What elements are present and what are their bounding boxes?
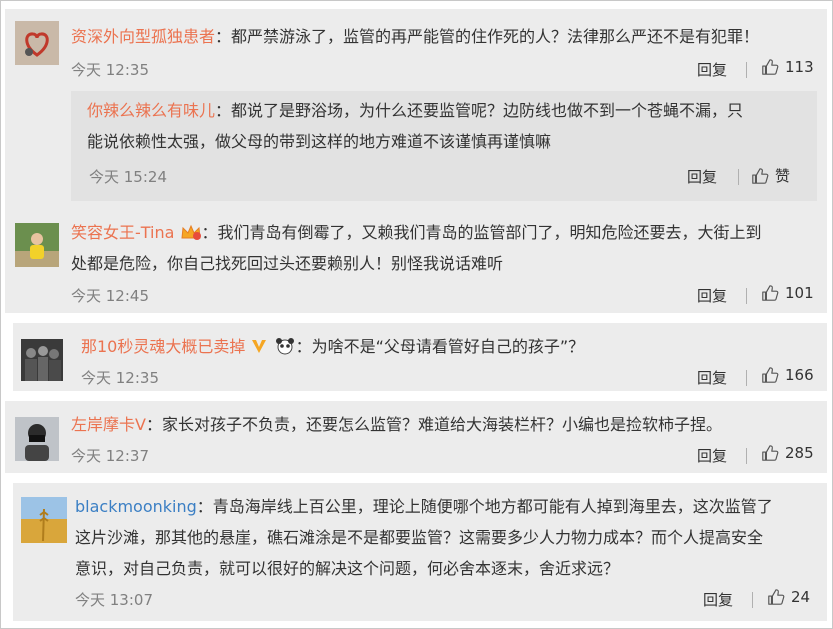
heart-sketch-avatar (15, 21, 59, 65)
sub-reply-time: 今天 15:24 (89, 168, 167, 186)
comment-time: 今天 12:45 (71, 287, 149, 305)
like-count: 24 (791, 588, 811, 606)
like-button[interactable]: 101 (761, 284, 814, 302)
thumbs-up-icon (762, 285, 779, 301)
comment-text-cont: 意识，对自己负责，就可以很好的解决这个问题，何必舍本逐末，舍近求远？ (75, 559, 620, 578)
comment-card: 资深外向型孤独患者：都严禁游泳了，监管的再严能管的住作死的人？法律那么严还不是有… (5, 9, 827, 313)
comment-username[interactable]: 笑容女王-Tina (71, 223, 174, 242)
thumbs-up-icon (762, 445, 779, 461)
sub-like-label: 赞 (775, 167, 791, 185)
reply-button[interactable]: 回复 (697, 367, 727, 388)
comment-body: blackmoonking：青岛海岸线上百公里，理论上随便哪个地方都可能有人掉到… (75, 491, 825, 584)
thumbs-up-icon (752, 167, 769, 184)
like-button[interactable]: 113 (761, 58, 814, 76)
avatar[interactable] (15, 417, 59, 461)
sub-reply-text-cont: 能说依赖性太强，做父母的带到这样的地方难道不该谨慎再谨慎嘛 (87, 132, 552, 151)
like-button[interactable]: 285 (761, 444, 814, 462)
reply-button[interactable]: 回复 (697, 445, 727, 466)
action-divider (746, 288, 747, 304)
action-divider (746, 448, 747, 464)
action-divider (746, 62, 747, 78)
child-photo-avatar (15, 223, 59, 267)
comment-body: 笑容女王-Tina ：我们青岛有倒霉了，又赖我们青岛的监管部门了，明知危险还要去… (71, 217, 821, 279)
comment-username[interactable]: blackmoonking (75, 497, 197, 516)
comment-card: blackmoonking：青岛海岸线上百公里，理论上随便哪个地方都可能有人掉到… (13, 483, 827, 621)
comment-body: 那10秒灵魂大概已卖掉 ：为啥不是“父母请看管好自己的孩子”？ (81, 331, 821, 362)
reply-button[interactable]: 回复 (703, 589, 733, 610)
comment-username[interactable]: 左岸摩卡V (71, 415, 146, 434)
vip-v-badge-icon (252, 340, 267, 353)
crown-badge-icon (180, 224, 201, 240)
reply-button[interactable]: 回复 (697, 59, 727, 80)
comment-username[interactable]: 资深外向型孤独患者 (71, 27, 215, 46)
action-divider (752, 592, 753, 608)
comment-text: ：都严禁游泳了，监管的再严能管的住作死的人？法律那么严还不是有犯罪！ (215, 27, 760, 46)
comment-text: ：青岛海岸线上百公里，理论上随便哪个地方都可能有人掉到海里去，这次监管了 (196, 497, 773, 516)
sub-reply-text: ：都说了是野浴场，为什么还要监管呢？边防线也做不到一个苍蝇不漏，只 (215, 101, 744, 120)
thumbs-up-icon (762, 59, 779, 75)
action-divider (746, 370, 747, 386)
masked-man-avatar (15, 417, 59, 461)
sub-reply-card: 你辣么辣么有味儿：都说了是野浴场，为什么还要监管呢？边防线也做不到一个苍蝇不漏，… (71, 91, 817, 201)
avatar[interactable] (21, 497, 67, 543)
action-divider (738, 169, 739, 185)
like-count: 113 (785, 58, 814, 76)
like-count: 166 (785, 366, 814, 384)
comment-text: ：家长对孩子不负责，还要怎么监管？难道给大海装栏杆？小编也是捡软柿子捏。 (145, 415, 722, 434)
avatar[interactable] (15, 21, 59, 65)
comment-username[interactable]: 那10秒灵魂大概已卖掉 (81, 337, 245, 356)
comment-text-cont: 处都是危险，你自己找死回过头还要赖别人！别怪我说话难听 (71, 254, 504, 273)
sub-reply-button[interactable]: 回复 (687, 166, 717, 187)
comment-body: 左岸摩卡V：家长对孩子不负责，还要怎么监管？难道给大海装栏杆？小编也是捡软柿子捏… (71, 409, 821, 440)
sub-like-button[interactable]: 赞 (751, 165, 790, 186)
comment-time: 今天 12:35 (71, 61, 149, 79)
comment-card: 左岸摩卡V：家长对孩子不负责，还要怎么监管？难道给大海装栏杆？小编也是捡软柿子捏… (5, 401, 827, 473)
avatar[interactable] (21, 339, 63, 381)
sub-reply-body: 你辣么辣么有味儿：都说了是野浴场，为什么还要监管呢？边防线也做不到一个苍蝇不漏，… (87, 95, 807, 157)
comment-text: ：为啥不是“父母请看管好自己的孩子”？ (295, 337, 585, 356)
comment-text: ：我们青岛有倒霉了，又赖我们青岛的监管部门了，明知危险还要去，大街上到 (201, 223, 762, 242)
comment-time: 今天 13:07 (75, 591, 153, 609)
comment-body: 资深外向型孤独患者：都严禁游泳了，监管的再严能管的住作死的人？法律那么严还不是有… (71, 21, 821, 52)
sub-reply-username[interactable]: 你辣么辣么有味儿 (87, 101, 215, 120)
crowd-photo-avatar (21, 339, 63, 381)
avatar[interactable] (15, 223, 59, 267)
like-count: 101 (785, 284, 814, 302)
comment-text-cont: 这片沙滩，那其他的悬崖，礁石滩涂是不是都要监管？这需要多少人力物力成本？而个人提… (75, 528, 764, 547)
wheat-field-avatar (21, 497, 67, 543)
comment-time: 今天 12:37 (71, 447, 149, 465)
comment-panel: 资深外向型孤独患者：都严禁游泳了，监管的再严能管的住作死的人？法律那么严还不是有… (0, 0, 833, 629)
like-count: 285 (785, 444, 814, 462)
reply-button[interactable]: 回复 (697, 285, 727, 306)
like-button[interactable]: 166 (761, 366, 814, 384)
like-button[interactable]: 24 (767, 588, 810, 606)
thumbs-up-icon (762, 367, 779, 383)
panda-badge-icon (275, 338, 294, 355)
comment-card: 那10秒灵魂大概已卖掉 ：为啥不是“父母请看管好自己的孩子”？ 今天 12:35… (13, 323, 827, 391)
comment-time: 今天 12:35 (81, 369, 159, 387)
thumbs-up-icon (768, 589, 785, 605)
